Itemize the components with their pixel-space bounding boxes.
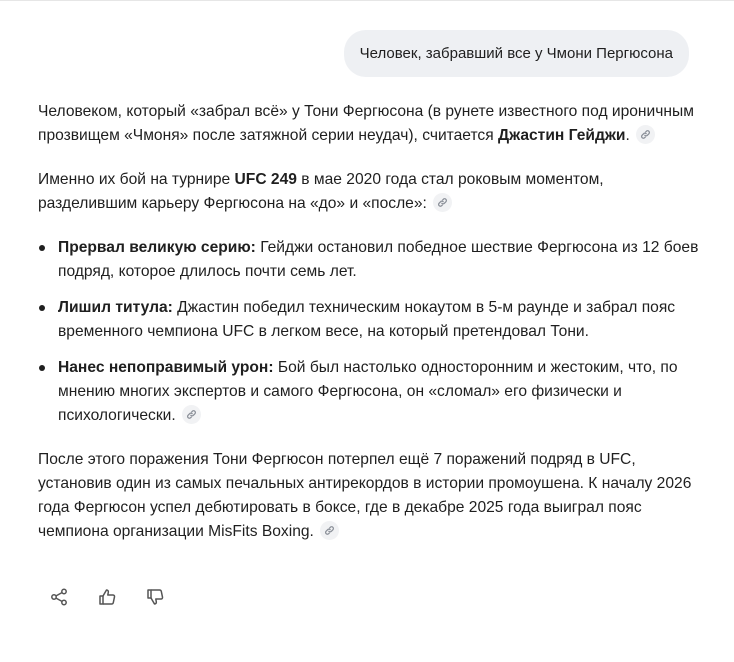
answer-paragraph-1: Человеком, который «забрал всё» у Тони Ф…: [38, 100, 703, 148]
list-item-title: Нанес непоправимый урон:: [58, 359, 274, 376]
list-item: Лишил титула: Джастин победил технически…: [39, 296, 703, 344]
answer-p1-bold: Джастин Гейджи: [497, 127, 626, 144]
like-button[interactable]: [94, 584, 120, 610]
list-item: Прервал великую серию: Гейджи остановил …: [39, 236, 703, 284]
source-link-icon[interactable]: [635, 125, 655, 145]
source-link-icon[interactable]: [319, 521, 339, 541]
list-item: Нанес непоправимый урон: Бой был настоль…: [39, 356, 703, 428]
answer-p1-text-2: .: [625, 127, 630, 144]
answer-paragraph-3: После этого поражения Тони Фергюсон поте…: [38, 448, 703, 544]
answer-p3-text-1: После этого поражения Тони Фергюсон поте…: [38, 451, 692, 540]
user-message-text: Человек, забравший все у Чмони Пергюсона: [359, 45, 673, 62]
source-link-icon[interactable]: [181, 405, 201, 425]
assistant-answer: Человеком, который «забрал всё» у Тони Ф…: [38, 100, 703, 564]
source-link-icon[interactable]: [432, 193, 452, 213]
share-icon: [51, 588, 67, 606]
answer-p2-bold: UFC 249: [234, 171, 297, 188]
answer-actions-bar: [46, 584, 190, 610]
user-message-bubble: Человек, забравший все у Чмони Пергюсона: [343, 30, 689, 77]
thumbs-down-icon: [147, 589, 164, 605]
list-item-title: Прервал великую серию:: [58, 239, 256, 256]
thumbs-up-icon: [99, 589, 116, 605]
answer-p2-text-1: Именно их бой на турнире: [38, 171, 235, 188]
dislike-button[interactable]: [142, 584, 168, 610]
answer-paragraph-2: Именно их бой на турнире UFC 249 в мае 2…: [38, 168, 703, 216]
list-item-title: Лишил титула:: [58, 299, 173, 316]
answer-bullet-list: Прервал великую серию: Гейджи остановил …: [38, 236, 703, 428]
share-button[interactable]: [46, 584, 72, 610]
top-divider: [0, 0, 734, 1]
